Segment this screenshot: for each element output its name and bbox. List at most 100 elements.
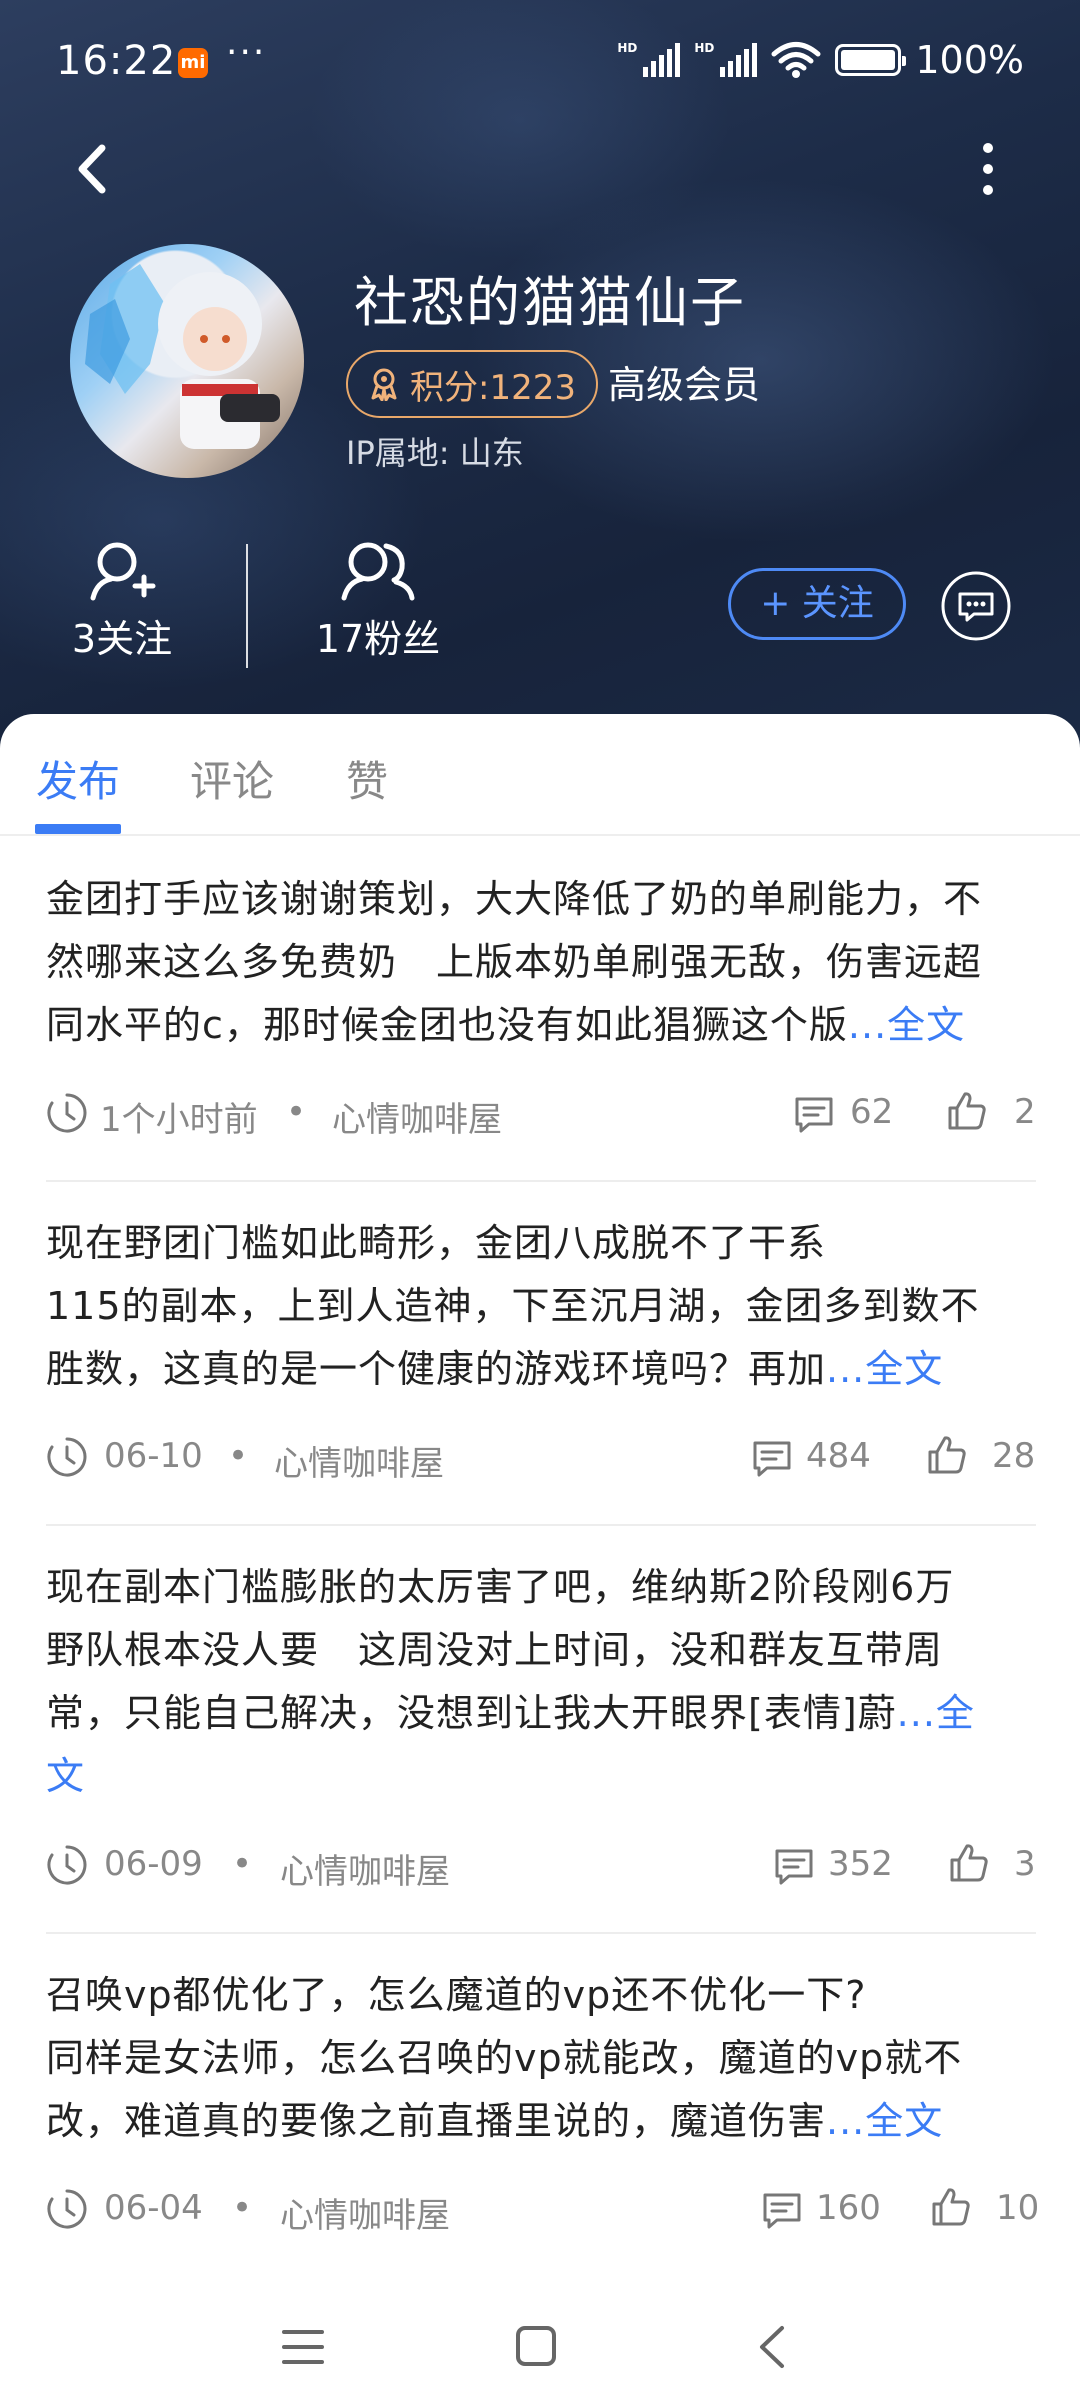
post-meta: 06-04 • 心情咖啡屋 160 10: [46, 2184, 1040, 2237]
post-item[interactable]: 召唤vp都优化了，怎么魔道的vp还不优化一下? 同样是女法师，怎么召唤的vp就能…: [46, 1964, 1036, 2153]
comment-icon: [763, 2193, 801, 2229]
ip-location: IP属地: 山东: [346, 434, 524, 472]
tab-comments[interactable]: 评论: [190, 748, 274, 809]
like-count: 28: [992, 1436, 1036, 1476]
post-category[interactable]: 心情咖啡屋: [332, 1092, 502, 1141]
following-stat[interactable]: 3关注: [32, 540, 212, 663]
wifi-icon: [771, 42, 821, 78]
tab-posts[interactable]: 发布: [36, 748, 120, 809]
comment-count: 62: [850, 1092, 894, 1132]
comment-icon: [795, 1097, 833, 1133]
read-more-link[interactable]: ...全: [897, 1691, 975, 1735]
back-arrow-icon[interactable]: [64, 134, 124, 204]
username: 社恐的猫猫仙子: [354, 271, 746, 334]
comment-count: 484: [806, 1436, 871, 1476]
read-more-link[interactable]: ...全文: [826, 1347, 943, 1391]
post-meta: 06-09 • 心情咖啡屋 352 3: [46, 1840, 1036, 1893]
points-label: 积分:1223: [410, 367, 576, 408]
post-text: 金团打手应该谢谢策划，大大降低了奶的单刷能力，不 然哪来这么多免费奶 上版本奶单…: [46, 868, 1036, 1057]
post-item[interactable]: 现在副本门槛膨胀的太厉害了吧，维纳斯2阶段刚6万 野队根本没人要 这周没对上时间…: [46, 1556, 1036, 1808]
medal-icon: [371, 368, 397, 401]
post-meta: 06-10 • 心情咖啡屋 484 28: [46, 1432, 1036, 1485]
post-time: 06-04: [104, 2188, 203, 2228]
content-panel: 发布 评论 赞 金团打手应该谢谢策划，大大降低了奶的单刷能力，不 然哪来这么多免…: [0, 714, 1080, 2401]
clock-icon: [47, 1845, 87, 1885]
add-user-icon: [90, 542, 156, 601]
post-time: 06-09: [104, 1844, 203, 1884]
status-time: 16:22: [56, 38, 177, 84]
post-line: 召唤vp都优化了，怎么魔道的vp还不优化一下?: [46, 1973, 867, 2017]
thumbs-up-icon[interactable]: [948, 1842, 990, 1884]
comment-count: 352: [828, 1844, 893, 1884]
mi-app-icon: mi: [178, 48, 208, 78]
clock-icon: [47, 1093, 87, 1133]
post-item[interactable]: 金团打手应该谢谢策划，大大降低了奶的单刷能力，不 然哪来这么多免费奶 上版本奶单…: [46, 868, 1036, 1057]
meta-dot: •: [232, 1844, 253, 1884]
signal-icon-2: HD: [694, 41, 758, 77]
post-line: 胜数，这真的是一个健康的游戏环境吗？再加: [46, 1347, 827, 1391]
post-separator: [46, 1180, 1036, 1182]
follow-button[interactable]: + 关注: [728, 568, 906, 640]
post-text: 召唤vp都优化了，怎么魔道的vp还不优化一下? 同样是女法师，怎么召唤的vp就能…: [46, 1964, 1036, 2153]
post-line: 现在野团门槛如此畸形，金团八成脱不了干系: [46, 1221, 827, 1265]
post-category[interactable]: 心情咖啡屋: [274, 1436, 444, 1485]
thumbs-up-icon[interactable]: [946, 1090, 988, 1132]
post-line: 改，难道真的要像之前直播里说的，魔道伤害: [46, 2099, 827, 2143]
post-text: 现在野团门槛如此畸形，金团八成脱不了干系 115的副本，上到人造神，下至沉月湖，…: [46, 1212, 1036, 1401]
post-time: 06-10: [104, 1436, 203, 1476]
post-text: 现在副本门槛膨胀的太厉害了吧，维纳斯2阶段刚6万 野队根本没人要 这周没对上时间…: [46, 1556, 1036, 1808]
message-icon[interactable]: [940, 570, 1012, 642]
meta-dot: •: [232, 2188, 253, 2228]
post-line: 同样是女法师，怎么召唤的vp就能改，魔道的vp就不: [46, 2036, 963, 2080]
like-count: 2: [1014, 1092, 1036, 1132]
users-icon: [341, 542, 415, 601]
post-separator: [46, 1932, 1036, 1934]
clock-icon: [47, 2189, 87, 2229]
post-line: 常，只能自己解决，没想到让我大开眼界[表情]蔚: [46, 1691, 897, 1735]
post-line: 野队根本没人要 这周没对上时间，没和群友互带周: [46, 1628, 944, 1672]
more-vertical-icon[interactable]: [966, 134, 1026, 204]
following-count: 3关注: [71, 617, 173, 661]
post-line: 115的副本，上到人造神，下至沉月湖，金团多到数不: [46, 1284, 980, 1328]
stat-divider: [246, 544, 248, 668]
post-meta: 1个小时前 • 心情咖啡屋 62 2: [46, 1088, 1036, 1141]
tab-likes[interactable]: 赞: [346, 748, 388, 809]
like-count: 3: [1014, 1844, 1036, 1884]
meta-dot: •: [228, 1436, 249, 1476]
thumbs-up-icon[interactable]: [930, 2186, 972, 2228]
comment-icon: [775, 1849, 813, 1885]
followers-stat[interactable]: 17粉丝: [288, 540, 468, 663]
post-line: 金团打手应该谢谢策划，大大降低了奶的单刷能力，不: [46, 877, 983, 921]
post-category[interactable]: 心情咖啡屋: [280, 1844, 450, 1893]
status-bar: 16:22 mi ··· HD HD 100%: [0, 30, 1080, 94]
read-more-link-cont[interactable]: 文: [46, 1754, 85, 1798]
avatar[interactable]: [70, 244, 304, 478]
profile-header: 16:22 mi ··· HD HD 100% 社恐的猫猫仙子 积分:1223 …: [0, 0, 1080, 760]
system-nav-bar: [0, 2290, 1080, 2401]
menu-icon[interactable]: [280, 2326, 326, 2368]
battery-percent: 100%: [915, 38, 1024, 82]
post-category[interactable]: 心情咖啡屋: [280, 2188, 450, 2237]
tab-bar: 发布 评论 赞: [0, 714, 1080, 836]
points-badge[interactable]: 积分:1223: [346, 350, 598, 418]
comment-count: 160: [816, 2188, 881, 2228]
signal-icon: HD: [617, 41, 681, 77]
comment-icon: [753, 1441, 791, 1477]
status-right: HD HD 100%: [617, 38, 1024, 82]
read-more-link[interactable]: ...全文: [848, 1003, 965, 1047]
home-square-icon[interactable]: [514, 2324, 558, 2368]
battery-icon: [835, 44, 907, 76]
read-more-link[interactable]: ...全文: [826, 2099, 943, 2143]
tab-underline: [35, 824, 121, 834]
post-item[interactable]: 现在野团门槛如此畸形，金团八成脱不了干系 115的副本，上到人造神，下至沉月湖，…: [46, 1212, 1036, 1401]
nav-back-icon[interactable]: [752, 2324, 792, 2370]
meta-dot: •: [286, 1092, 307, 1132]
post-line: 同水平的c，那时候金团也没有如此猖獗这个版: [46, 1003, 848, 1047]
status-more-dots: ···: [226, 32, 267, 73]
post-line: 现在副本门槛膨胀的太厉害了吧，维纳斯2阶段刚6万: [46, 1565, 955, 1609]
thumbs-up-icon[interactable]: [926, 1434, 968, 1476]
followers-count: 17粉丝: [315, 617, 441, 661]
clock-icon: [47, 1437, 87, 1477]
like-count: 10: [996, 2188, 1040, 2228]
post-time: 1个小时前: [100, 1100, 258, 1140]
